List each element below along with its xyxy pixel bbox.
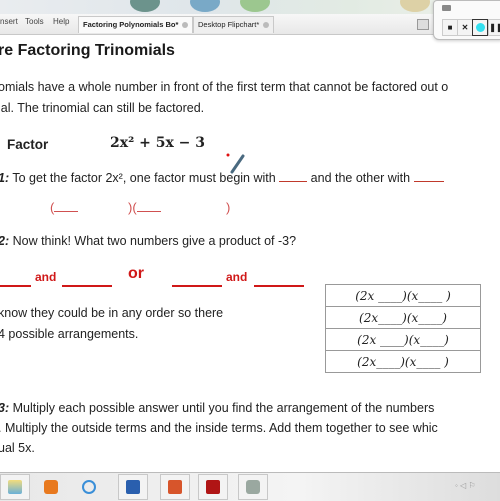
step-3-line-3: ual 5x. <box>0 441 35 455</box>
media-player-icon <box>44 480 58 494</box>
intro-line-1: omials have a whole number in front of t… <box>0 80 449 94</box>
menu-insert[interactable]: nsert <box>0 17 18 26</box>
answer-blank[interactable] <box>279 181 308 182</box>
answer-blank[interactable] <box>0 285 31 287</box>
table-row: (2x____)(x____ ) <box>325 350 481 373</box>
tab-label: Factoring Polynomials Bo* <box>83 20 179 29</box>
step-1: 1: To get the factor 2x², one factor mus… <box>0 171 444 185</box>
recorder-icon <box>442 5 451 11</box>
media-player-button[interactable] <box>36 474 66 500</box>
intro-line-2: ial. The trinomial can still be factored… <box>0 101 205 115</box>
and-label: and <box>35 270 57 284</box>
acrobat-button[interactable] <box>198 474 228 500</box>
or-label: or <box>128 265 144 282</box>
paren-close: ) <box>226 200 231 215</box>
system-tray[interactable]: ◦ ◁ ⚐ <box>455 481 476 490</box>
step-text: To get the factor 2x², one factor must b… <box>9 171 280 185</box>
background-shape <box>400 0 430 12</box>
acrobat-icon <box>206 480 220 494</box>
tab-desktop-flipchart[interactable]: Desktop Flipchart* <box>193 16 275 33</box>
stop-button[interactable]: ■ <box>442 19 458 36</box>
answer-blank[interactable] <box>62 285 112 287</box>
arrangement-cell: (2x ____)(x____ ) <box>325 284 481 307</box>
table-row: (2x ____)(x____) <box>325 328 481 351</box>
flipchart-button[interactable] <box>238 474 268 500</box>
tab-factoring-polynomials[interactable]: Factoring Polynomials Bo* <box>78 16 194 33</box>
order-line-2: 4 possible arrangements. <box>0 327 139 341</box>
menu-bar: nsert Tools Help Factoring Polynomials B… <box>0 14 440 35</box>
paren-middle: )( <box>128 200 161 215</box>
word-icon <box>126 480 140 494</box>
powerpoint-button[interactable] <box>160 474 190 500</box>
step-2: 2: Now think! What two numbers give a pr… <box>0 234 296 248</box>
step-text: Multiply each possible answer until you … <box>9 401 435 415</box>
step-3-line-2: . Multiply the outside terms and the ins… <box>0 421 438 435</box>
answer-blank[interactable] <box>413 181 444 182</box>
word-button[interactable] <box>118 474 148 500</box>
arrangement-cell: (2x ____)(x____) <box>325 328 481 351</box>
step-text: Now think! What two numbers give a produ… <box>9 234 297 248</box>
close-icon: ✕ <box>461 23 469 32</box>
background-shape <box>240 0 270 12</box>
menu-tools[interactable]: Tools <box>25 17 44 26</box>
step-number: 1: <box>0 171 10 185</box>
and-label: and <box>226 270 248 284</box>
factor-label: Factor <box>7 137 49 152</box>
arrangements-table: (2x ____)(x____ ) (2x____)(x____) (2x __… <box>325 284 481 373</box>
file-explorer-button[interactable] <box>0 474 30 500</box>
tab-close-icon[interactable] <box>182 22 189 29</box>
step-number: 2: <box>0 234 10 248</box>
arrangement-cell: (2x____)(x____ ) <box>325 350 481 373</box>
close-button[interactable]: ✕ <box>457 19 473 36</box>
internet-explorer-icon <box>82 480 96 494</box>
order-line-1: know they could be in any order so there <box>0 306 224 320</box>
tab-label: Desktop Flipchart* <box>198 20 260 29</box>
desktop-background <box>0 0 500 14</box>
flipchart-icon <box>246 480 260 494</box>
pause-button[interactable]: ❚❚ <box>488 19 500 36</box>
file-explorer-icon <box>8 480 22 494</box>
trinomial-expression: 2x² + 5x − 3 <box>110 135 206 151</box>
window-menu-icon[interactable] <box>417 19 429 30</box>
page-title: re Factoring Trinomials <box>0 42 175 59</box>
answer-blank[interactable] <box>172 285 222 287</box>
recorder-controls: ■ ✕ ❚❚ <box>433 0 500 40</box>
background-shape <box>130 0 160 12</box>
menu-help[interactable]: Help <box>53 17 69 26</box>
pause-icon: ❚❚ <box>489 23 500 32</box>
taskbar: ◦ ◁ ⚐ <box>0 472 500 501</box>
paren-open: ( <box>50 200 79 215</box>
powerpoint-icon <box>168 480 182 494</box>
table-row: (2x ____)(x____ ) <box>325 284 481 307</box>
arrangement-cell: (2x____)(x____) <box>325 306 481 329</box>
internet-explorer-button[interactable] <box>74 474 104 500</box>
tab-close-icon[interactable] <box>263 22 270 29</box>
record-icon <box>475 23 485 32</box>
record-button[interactable] <box>472 19 488 36</box>
step-number: 3: <box>0 401 10 415</box>
step-3: 3: Multiply each possible answer until y… <box>0 401 434 415</box>
answer-blank[interactable] <box>254 285 304 287</box>
step-text: and the other with <box>307 171 414 185</box>
table-row: (2x____)(x____) <box>325 306 481 329</box>
background-shape <box>190 0 220 12</box>
stop-icon: ■ <box>447 23 453 32</box>
